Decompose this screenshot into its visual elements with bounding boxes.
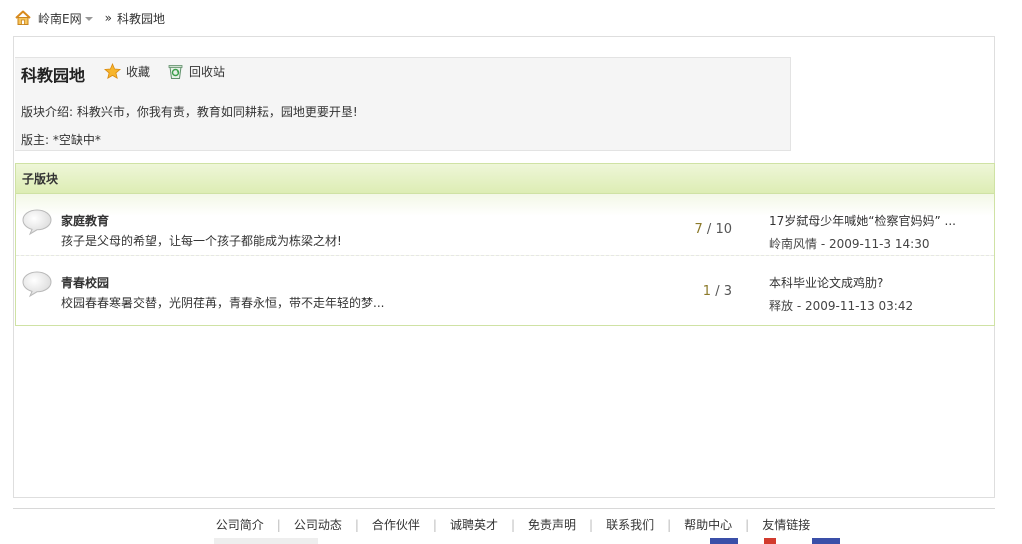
last-post-title-link[interactable]: 本科毕业论文成鸡肋? [769, 274, 987, 291]
star-icon [104, 62, 121, 80]
last-post-author-time: 释放 - 2009-11-13 03:42 [769, 299, 914, 313]
footer-separator: | [589, 517, 594, 532]
last-post-author-time: 岭南风情 - 2009-11-3 14:30 [769, 237, 930, 251]
speech-bubble-icon [21, 208, 53, 236]
subforum-description: 校园春春寒暑交替，光阴荏苒，青春永恒，带不走年轻的梦... [61, 296, 385, 310]
footer-link-help[interactable]: 帮助中心 [684, 516, 732, 533]
footer-divider [13, 508, 995, 509]
footer-logo-badge [710, 538, 738, 544]
footer-separator: | [432, 517, 437, 532]
footer-link-friends[interactable]: 友情链接 [762, 516, 810, 533]
subforum-title-link[interactable]: 家庭教育 [61, 212, 109, 229]
footer-link-careers[interactable]: 诚聘英才 [450, 516, 498, 533]
footer-nav: 公司简介 | 公司动态 | 合作伙伴 | 诚聘英才 | 免责声明 | 联系我们 … [0, 516, 1022, 533]
thread-count: 7 [694, 222, 703, 237]
footer-logo-badge [214, 538, 318, 544]
breadcrumb-site-link[interactable]: 岭南E网 [38, 10, 82, 27]
recycle-bin-label: 回收站 [189, 65, 226, 79]
stats-separator: / [706, 222, 712, 237]
last-post-title-link[interactable]: 17岁弑母少年喊她“检察官妈妈” ... [769, 212, 987, 229]
subforum-stats: 1 / 3 [703, 284, 732, 299]
page-title: 科教园地 [21, 66, 86, 85]
subforum-row: 家庭教育 孩子是父母的希望，让每一个孩子都能成为栋梁之材! 7 / 10 17岁… [16, 194, 994, 256]
recycle-bin-button[interactable]: 回收站 [167, 63, 225, 80]
forum-description: 版块介绍: 科教兴市，你我有责，教育如同耕耘，园地更要开垦! [21, 105, 358, 119]
subforum-table: 子版块 家庭教育 孩子是父母的希望，让每一个孩子都能成为栋梁之材! 7 / 10… [15, 163, 995, 326]
breadcrumb-separator: » [104, 11, 112, 25]
speech-bubble-icon [21, 270, 53, 298]
post-count: 10 [715, 222, 732, 237]
favorite-button[interactable]: 收藏 [104, 62, 151, 80]
footer-link-about[interactable]: 公司简介 [216, 516, 264, 533]
thread-count: 1 [702, 284, 712, 299]
chevron-down-icon[interactable] [84, 17, 93, 21]
footer-link-contact[interactable]: 联系我们 [606, 516, 654, 533]
footer-logos [0, 538, 1022, 544]
forum-frame: 科教园地 收藏 回收站 版块介绍: 科教兴市，你我有责，教育如同耕耘，园地更要开… [13, 36, 995, 498]
footer-link-news[interactable]: 公司动态 [294, 516, 342, 533]
breadcrumb: 岭南E网 » 科教园地 [14, 8, 165, 28]
last-post: 本科毕业论文成鸡肋? 释放 - 2009-11-13 03:42 [769, 274, 987, 314]
last-post: 17岁弑母少年喊她“检察官妈妈” ... 岭南风情 - 2009-11-3 14… [769, 212, 987, 252]
breadcrumb-current: 科教园地 [116, 11, 165, 26]
footer-separator: | [510, 517, 516, 532]
footer-separator: | [667, 517, 672, 532]
home-icon[interactable] [14, 9, 32, 27]
forum-moderators: 版主: *空缺中* [21, 133, 101, 147]
footer-separator: | [276, 517, 281, 532]
recycle-icon [167, 63, 184, 80]
subforum-header: 子版块 [16, 164, 994, 194]
footer-separator: | [354, 517, 359, 532]
subforum-description: 孩子是父母的希望，让每一个孩子都能成为栋梁之材! [61, 234, 342, 248]
favorite-label: 收藏 [126, 65, 151, 79]
footer-logo-badge [812, 538, 840, 544]
footer-separator: | [745, 517, 750, 532]
footer-logo-badge [764, 538, 776, 544]
footer-link-disclaimer[interactable]: 免责声明 [528, 516, 576, 533]
subforum-stats: 7 / 10 [695, 222, 733, 237]
subforum-title-link[interactable]: 青春校园 [61, 274, 109, 291]
subforum-row: 青春校园 校园春春寒暑交替，光阴荏苒，青春永恒，带不走年轻的梦... 1 / 3… [16, 256, 994, 318]
post-count: 3 [723, 284, 732, 299]
footer-link-partners[interactable]: 合作伙伴 [372, 516, 420, 533]
stats-separator: / [715, 284, 720, 299]
forum-header-box: 科教园地 收藏 回收站 版块介绍: 科教兴市，你我有责，教育如同耕耘，园地更要开… [15, 57, 791, 151]
